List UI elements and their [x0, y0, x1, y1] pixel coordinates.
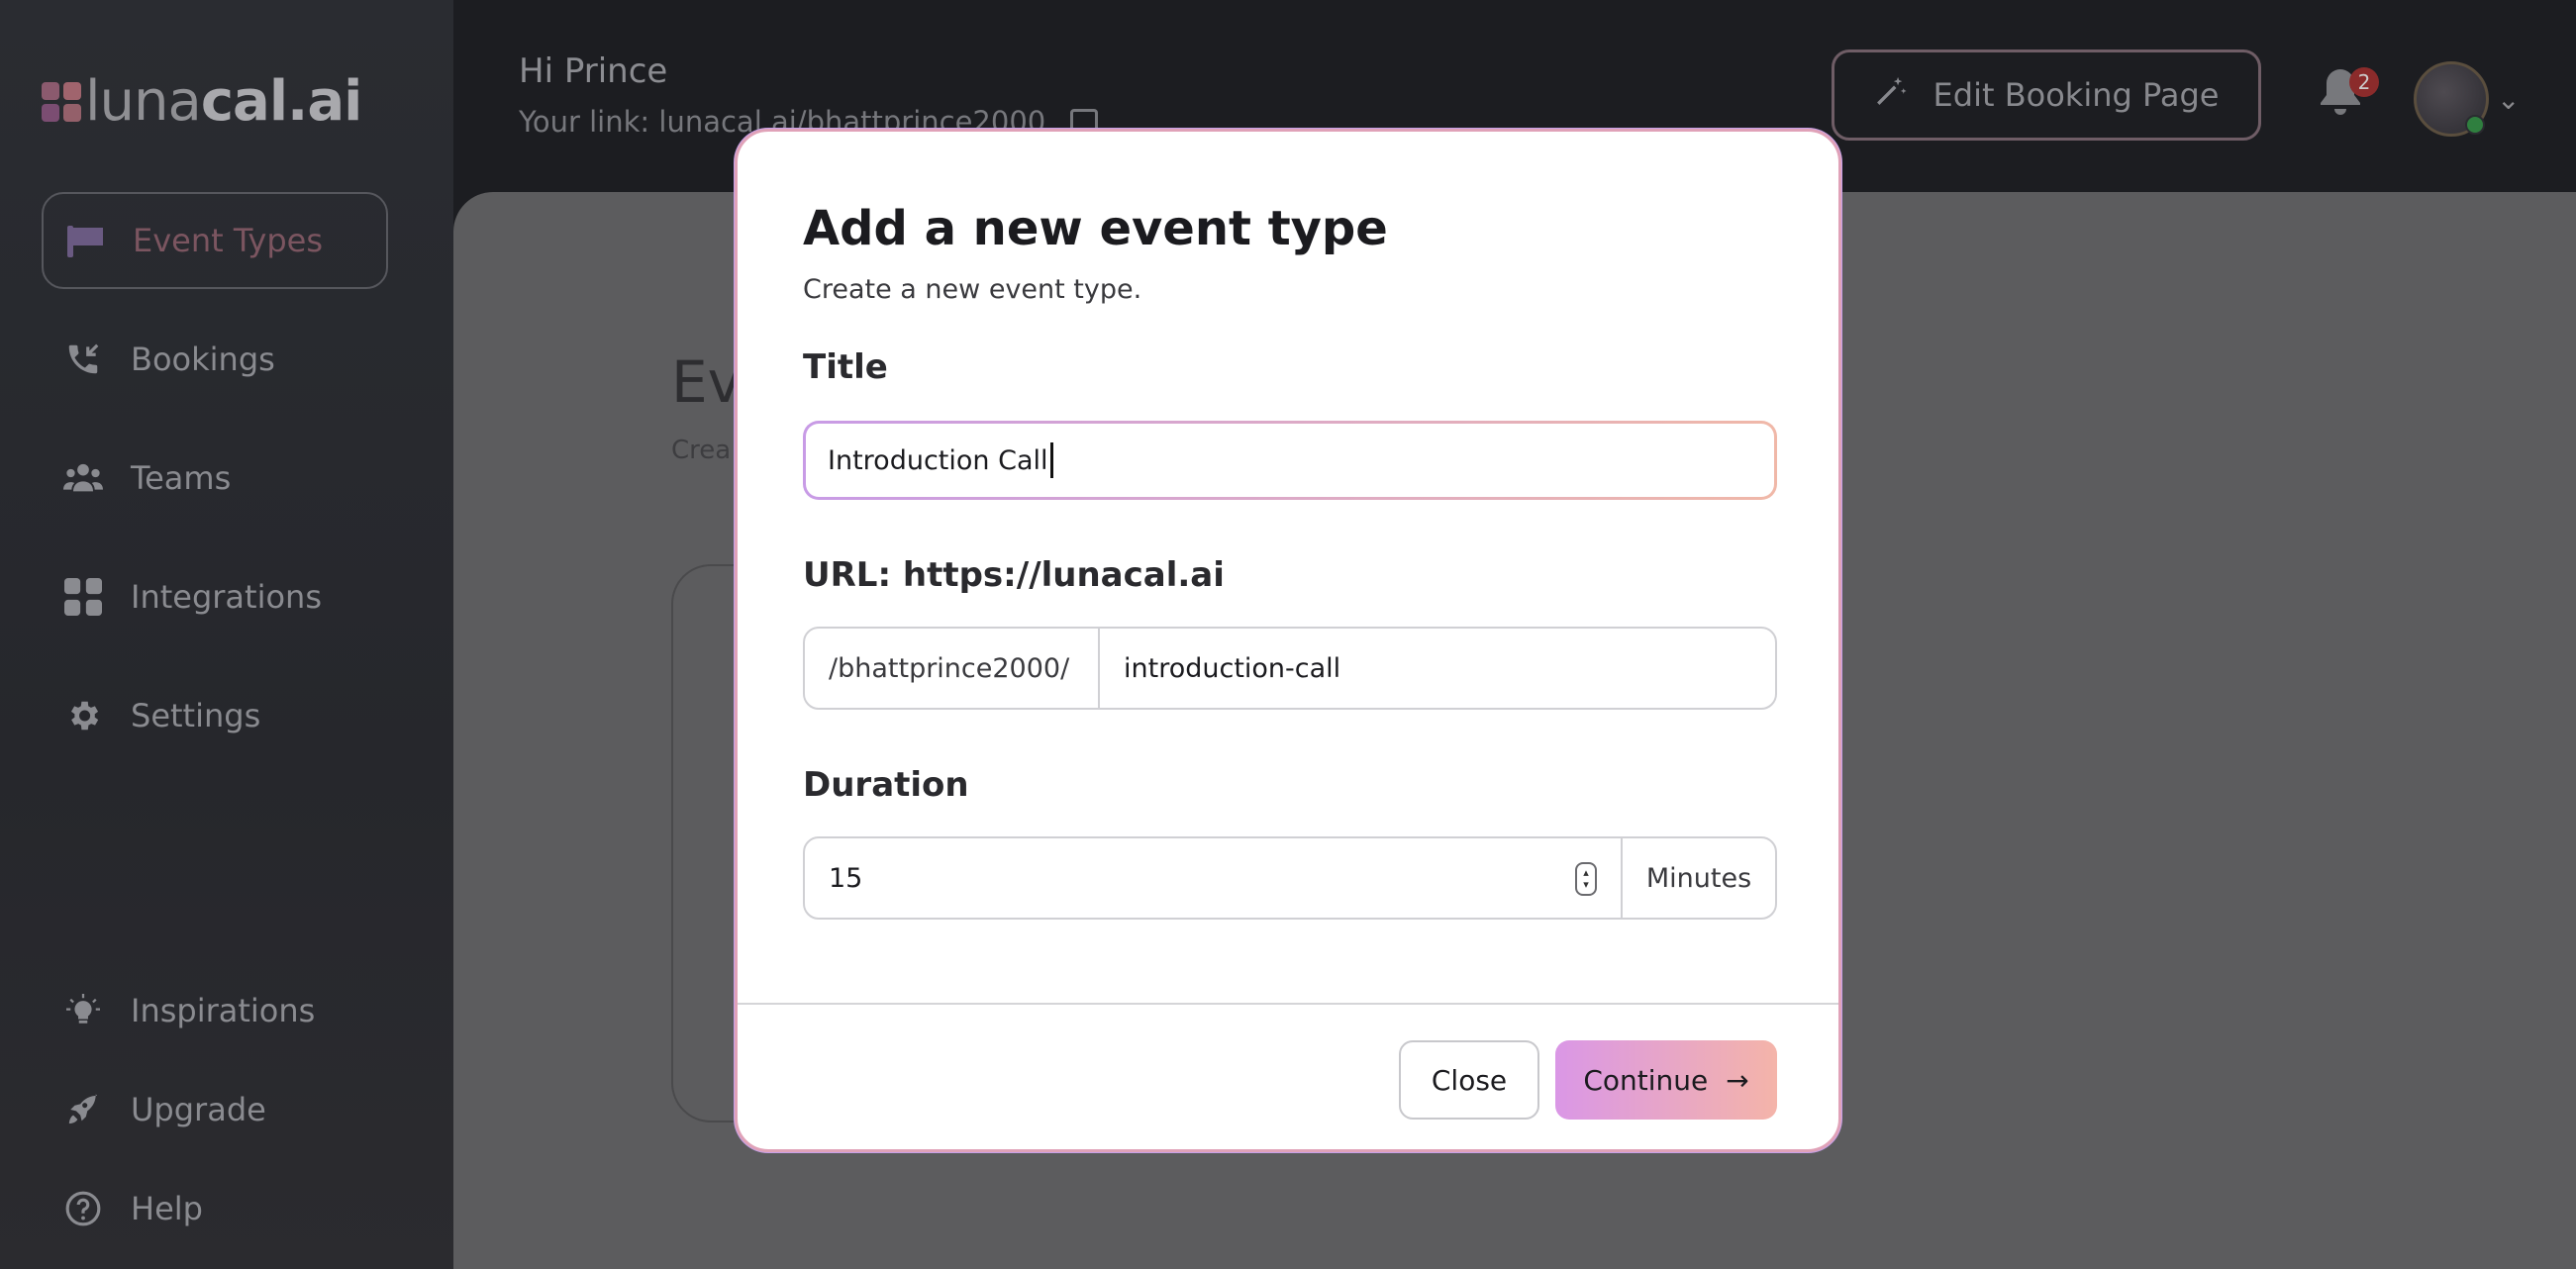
arrow-right-icon: →: [1726, 1063, 1749, 1097]
footer-divider: [738, 1003, 1838, 1005]
url-slug-input[interactable]: introduction-call: [1100, 629, 1775, 708]
text-caret: [1049, 442, 1053, 478]
title-input-value: Introduction Call: [828, 444, 1048, 476]
continue-button[interactable]: Continue →: [1555, 1040, 1777, 1120]
dialog-title: Add a new event type: [803, 201, 1388, 256]
title-input[interactable]: Introduction Call: [803, 421, 1777, 500]
url-prefix: /bhattprince2000/: [805, 629, 1100, 708]
duration-unit: Minutes: [1621, 838, 1775, 918]
duration-field-group: 15 ▴ ▾ Minutes: [803, 836, 1777, 920]
add-event-type-dialog: Add a new event type Create a new event …: [735, 129, 1841, 1152]
duration-label: Duration: [803, 765, 969, 805]
title-label: Title: [803, 347, 888, 387]
url-field-group: /bhattprince2000/ introduction-call: [803, 627, 1777, 710]
duration-value: 15: [829, 862, 863, 894]
number-stepper-icon[interactable]: ▴ ▾: [1575, 862, 1597, 896]
continue-label: Continue: [1583, 1063, 1709, 1097]
url-label: URL: https://lunacal.ai: [803, 555, 1225, 595]
dialog-subtitle: Create a new event type.: [803, 274, 1142, 305]
duration-input[interactable]: 15 ▴ ▾: [805, 838, 1621, 918]
close-button[interactable]: Close: [1399, 1040, 1539, 1120]
